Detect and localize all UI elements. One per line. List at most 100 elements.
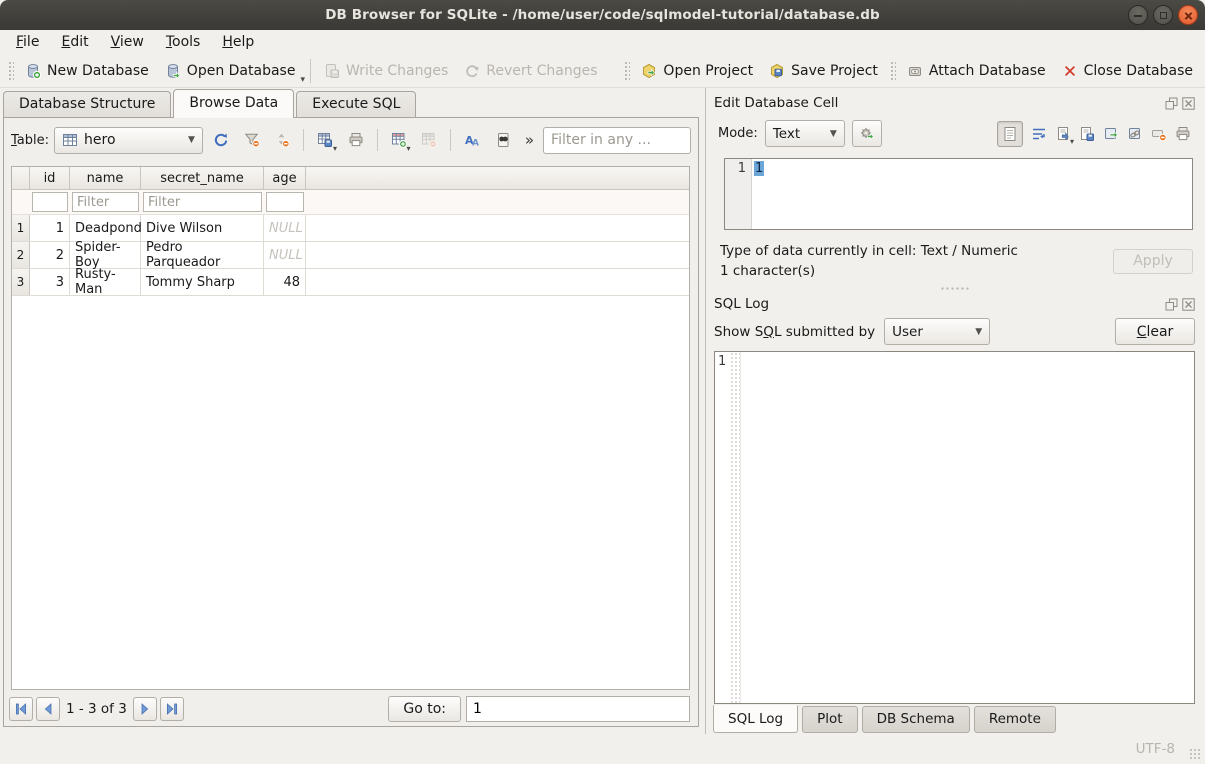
submitted-by-select[interactable]: User ▼	[884, 318, 990, 345]
close-icon[interactable]	[1178, 5, 1198, 25]
menu-tools[interactable]: Tools	[155, 32, 212, 52]
close-panel-icon[interactable]	[1182, 298, 1195, 311]
cell-age[interactable]: NULL	[264, 242, 306, 268]
sql-log-editor[interactable]: 1	[714, 351, 1195, 704]
table-row[interactable]: 1 1 Deadpond Dive Wilson NULL	[12, 215, 689, 242]
filter-input-name[interactable]	[72, 192, 139, 212]
print-icon[interactable]	[1175, 126, 1191, 142]
cell-secret-name[interactable]: Pedro Parqueador	[141, 242, 264, 268]
chevron-down-icon: ▼	[830, 129, 837, 139]
row-header[interactable]: 1	[12, 215, 30, 241]
filter-input-secret-name[interactable]	[143, 192, 262, 212]
set-null-icon[interactable]	[1151, 126, 1167, 142]
clear-filters-button[interactable]	[239, 127, 265, 153]
word-wrap-icon[interactable]	[1031, 126, 1047, 142]
open-project-button[interactable]: Open Project	[633, 59, 761, 83]
clear-filter-icon	[244, 132, 260, 148]
export-file-icon[interactable]	[1079, 126, 1095, 142]
row-header[interactable]: 3	[12, 269, 30, 295]
cell-id[interactable]: 2	[30, 242, 70, 268]
table-row[interactable]: 2 2 Spider-Boy Pedro Parqueador NULL	[12, 242, 689, 269]
tab-execute-sql[interactable]: Execute SQL	[296, 91, 416, 117]
tab-remote[interactable]: Remote	[974, 706, 1056, 733]
text-mode-button[interactable]	[997, 121, 1023, 147]
cell-id[interactable]: 3	[30, 269, 70, 295]
column-header-id[interactable]: id	[30, 167, 70, 189]
first-record-button[interactable]	[9, 697, 33, 721]
cell-secret-name[interactable]: Tommy Sharp	[141, 269, 264, 295]
mode-select[interactable]: Text ▼	[765, 120, 845, 147]
clear-sort-button[interactable]	[269, 127, 295, 153]
import-file-icon[interactable]: ▾	[1055, 126, 1071, 142]
cell-secret-name[interactable]: Dive Wilson	[141, 215, 264, 241]
tab-sql-log[interactable]: SQL Log	[713, 705, 798, 733]
maximize-icon[interactable]	[1153, 5, 1173, 25]
next-record-button[interactable]	[133, 697, 157, 721]
column-header-age[interactable]: age	[264, 167, 306, 189]
toolbar-overflow-icon[interactable]: »	[521, 131, 538, 149]
table-select[interactable]: hero ▼	[54, 127, 203, 154]
clear-button[interactable]: Clear	[1115, 318, 1195, 345]
refresh-button[interactable]	[208, 127, 234, 153]
attach-database-label: Attach Database	[929, 63, 1046, 79]
menu-help[interactable]: Help	[211, 32, 265, 52]
open-database-dropdown-icon[interactable]: ▾	[300, 75, 305, 87]
filter-input-age[interactable]	[266, 192, 304, 212]
insert-record-button[interactable]: ▾	[386, 127, 412, 153]
filter-any-column-input[interactable]	[543, 127, 691, 154]
toolbar-drag-handle[interactable]	[889, 60, 896, 82]
close-panel-icon[interactable]	[1182, 97, 1195, 110]
cell-editor[interactable]: 1 1	[724, 158, 1193, 230]
cell-name[interactable]: Rusty-Man	[70, 269, 141, 295]
table-row[interactable]: 3 3 Rusty-Man Tommy Sharp 48	[12, 269, 689, 296]
write-changes-button[interactable]: Write Changes	[316, 59, 456, 83]
cell-age[interactable]: 48	[264, 269, 306, 295]
goto-record-input[interactable]	[466, 696, 690, 722]
float-panel-icon[interactable]	[1165, 97, 1178, 110]
cell-age[interactable]: NULL	[264, 215, 306, 241]
horizontal-splitter[interactable]	[712, 281, 1197, 295]
toolbar-drag-handle[interactable]	[7, 60, 14, 82]
float-panel-icon[interactable]	[1165, 298, 1178, 311]
menu-view[interactable]: View	[100, 32, 155, 52]
resize-grip-icon[interactable]	[1189, 748, 1201, 760]
cell-name[interactable]: Spider-Boy	[70, 242, 141, 268]
apply-button[interactable]: Apply	[1113, 249, 1193, 274]
encoding-indicator[interactable]: UTF-8	[1136, 741, 1175, 757]
previous-record-button[interactable]	[36, 697, 60, 721]
column-header-name[interactable]: name	[70, 167, 141, 189]
save-project-button[interactable]: Save Project	[761, 59, 886, 83]
open-database-button[interactable]: Open Database	[157, 59, 304, 83]
new-database-button[interactable]: New Database	[17, 59, 157, 83]
grid-corner-cell[interactable]	[12, 167, 30, 189]
auto-switch-mode-button[interactable]	[852, 120, 882, 147]
open-in-external-icon[interactable]	[1103, 126, 1119, 142]
find-in-table-button[interactable]	[490, 127, 516, 153]
attach-database-button[interactable]: Attach Database	[899, 59, 1054, 83]
delete-record-button[interactable]	[417, 127, 443, 153]
toolbar-drag-handle[interactable]	[623, 60, 630, 82]
cell-id[interactable]: 1	[30, 215, 70, 241]
row-header[interactable]: 2	[12, 242, 30, 268]
save-results-button[interactable]: ▾	[312, 127, 338, 153]
link-icon[interactable]	[1127, 126, 1143, 142]
tab-db-schema[interactable]: DB Schema	[862, 706, 970, 733]
tab-plot[interactable]: Plot	[802, 706, 857, 733]
revert-changes-button[interactable]: Revert Changes	[456, 59, 605, 83]
print-button[interactable]	[343, 127, 369, 153]
vertical-splitter[interactable]	[702, 88, 709, 734]
goto-button[interactable]: Go to:	[388, 696, 461, 722]
cell-editor-content[interactable]: 1	[752, 159, 766, 229]
menu-file[interactable]: File	[5, 32, 50, 52]
close-database-button[interactable]: Close Database	[1054, 59, 1201, 83]
tab-database-structure[interactable]: Database Structure	[3, 91, 171, 117]
font-settings-button[interactable]: AA	[459, 127, 485, 153]
last-record-button[interactable]	[160, 697, 184, 721]
column-header-secret-name[interactable]: secret_name	[141, 167, 264, 189]
cell-name[interactable]: Deadpond	[70, 215, 141, 241]
filter-input-id[interactable]	[32, 192, 68, 212]
menu-edit[interactable]: Edit	[50, 32, 99, 52]
minimize-icon[interactable]	[1128, 5, 1148, 25]
save-project-label: Save Project	[791, 63, 878, 79]
tab-browse-data[interactable]: Browse Data	[173, 89, 294, 118]
